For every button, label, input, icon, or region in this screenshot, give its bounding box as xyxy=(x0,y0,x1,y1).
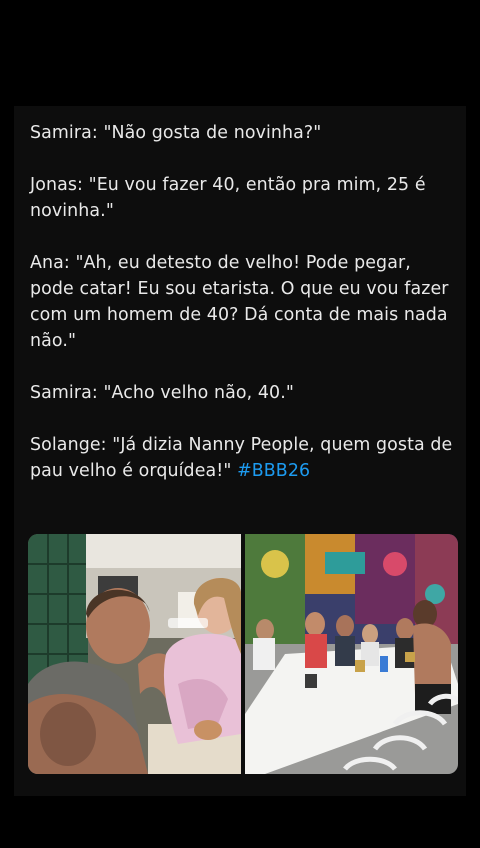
post-line-5: Solange: "Já dizia Nanny People, quem go… xyxy=(30,432,458,484)
dining-table-scene-photo xyxy=(245,534,458,774)
post-card: Samira: "Não gosta de novinha?" Jonas: "… xyxy=(14,106,466,796)
media-grid xyxy=(28,534,458,774)
hashtag-link[interactable]: #BBB26 xyxy=(237,461,310,481)
media-photo-left[interactable] xyxy=(28,534,241,774)
post-line-1: Samira: "Não gosta de novinha?" xyxy=(30,123,322,143)
post-line-2: Jonas: "Eu vou fazer 40, então pra mim, … xyxy=(30,175,426,221)
kitchen-scene-photo xyxy=(28,534,241,774)
post-line-4: Samira: "Acho velho não, 40." xyxy=(30,383,294,403)
post-line-3: Ana: "Ah, eu detesto de velho! Pode pega… xyxy=(30,253,449,351)
post-text: Samira: "Não gosta de novinha?" Jonas: "… xyxy=(30,120,458,484)
media-photo-right[interactable] xyxy=(245,534,458,774)
